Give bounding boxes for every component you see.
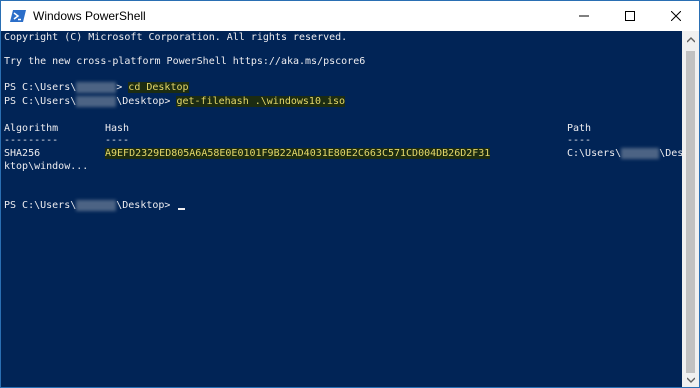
hint-line: Try the new cross-platform PowerShell ht… xyxy=(4,56,366,67)
title-bar[interactable]: Windows PowerShell xyxy=(1,1,699,31)
maximize-icon xyxy=(625,11,635,21)
underline-path: ---- xyxy=(567,135,592,146)
prompt-arrow: > xyxy=(116,82,129,93)
command-cd: cd Desktop xyxy=(128,82,189,93)
maximize-button[interactable] xyxy=(607,1,653,31)
prompt-desktop: \Desktop> xyxy=(116,96,177,107)
row-hash: A9EFD2329ED805A6A58E0E0101F9B22AD4031E80… xyxy=(105,147,491,161)
powershell-icon xyxy=(10,10,26,22)
redacted-username xyxy=(76,199,117,211)
row-path: C:\Users\ \Des xyxy=(567,147,682,161)
scroll-up-button[interactable] xyxy=(682,31,699,48)
prompt-prefix: PS C:\Users\ xyxy=(4,200,77,211)
scroll-down-button[interactable] xyxy=(682,371,699,387)
hash-value: A9EFD2329ED805A6A58E0E0101F9B22AD4031E80… xyxy=(105,148,491,159)
row-path-wrap: ktop\window... xyxy=(4,161,89,172)
redacted-username xyxy=(621,147,660,159)
row-algorithm: SHA256 xyxy=(4,148,41,159)
prompt-prefix: PS C:\Users\ xyxy=(4,96,77,107)
path-prefix: C:\Users\ xyxy=(567,148,622,159)
redacted-username xyxy=(76,81,117,93)
powershell-window: Windows PowerShell Copyright (C) Microso… xyxy=(0,0,700,388)
prompt-prefix: PS C:\Users\ xyxy=(4,82,77,93)
prompt-line-3: PS C:\Users\ \Desktop> xyxy=(4,199,186,213)
copyright-line: Copyright (C) Microsoft Corporation. All… xyxy=(4,32,348,43)
prompt-line-1: PS C:\Users\ > cd Desktop xyxy=(4,81,189,95)
window-title: Windows PowerShell xyxy=(33,9,146,23)
close-button[interactable] xyxy=(653,1,699,31)
chevron-up-icon xyxy=(686,36,695,42)
close-icon xyxy=(671,11,681,21)
scrollbar-thumb[interactable] xyxy=(686,51,695,373)
command-get-filehash: get-filehash .\windows10.iso xyxy=(176,96,346,107)
redacted-username xyxy=(76,95,117,107)
console-output[interactable]: Copyright (C) Microsoft Corporation. All… xyxy=(1,31,682,387)
minimize-button[interactable] xyxy=(561,1,607,31)
prompt-line-2: PS C:\Users\ \Desktop> get-filehash .\win… xyxy=(4,95,346,109)
underline-hash: ---- xyxy=(105,135,130,146)
chevron-down-icon xyxy=(686,377,695,383)
underline-algorithm: --------- xyxy=(4,135,59,146)
prompt-desktop: \Desktop> xyxy=(116,200,177,211)
minimize-icon xyxy=(579,15,589,17)
text-cursor xyxy=(178,208,186,210)
vertical-scrollbar[interactable] xyxy=(682,31,699,387)
path-suffix: \Des xyxy=(659,148,682,159)
